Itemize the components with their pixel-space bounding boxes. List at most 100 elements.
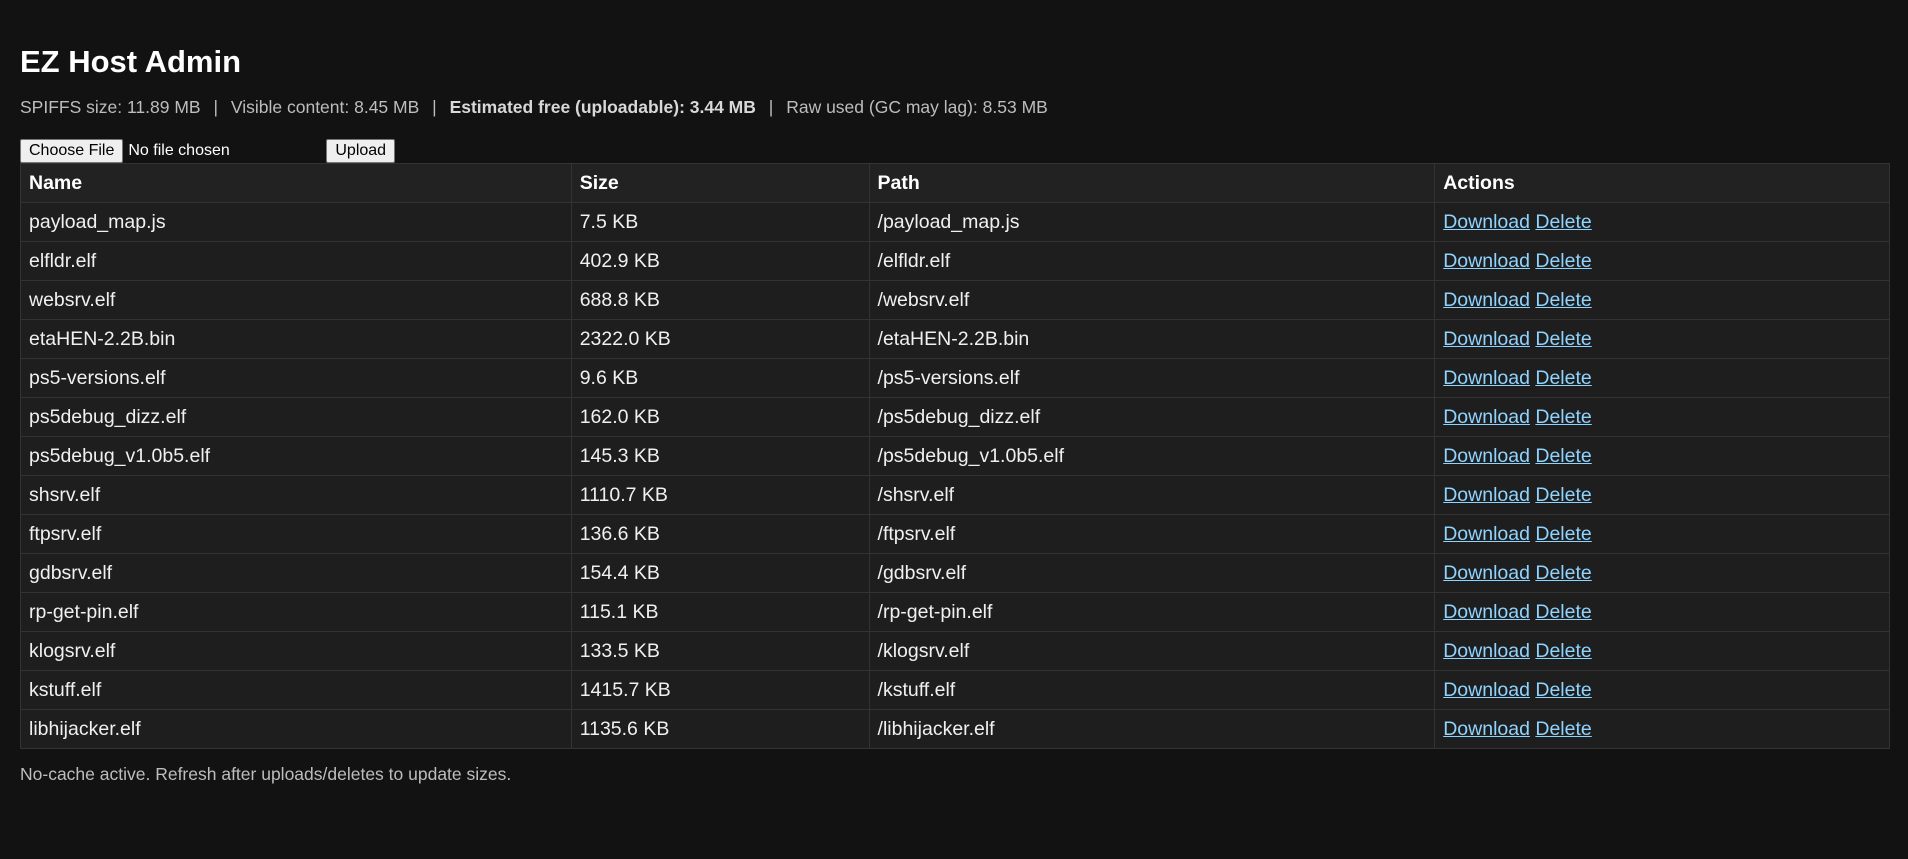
upload-form: Choose File No file chosen Upload	[20, 139, 1888, 163]
file-actions-cell: Download Delete	[1434, 670, 1890, 710]
table-row: kstuff.elf 1415.7 KB/kstuff.elf Download D…	[20, 670, 1890, 710]
download-link[interactable]: Download	[1443, 211, 1530, 233]
file-name-cell: shsrv.elf	[20, 475, 572, 515]
file-path-cell: /shsrv.elf	[868, 475, 1436, 515]
file-path-cell: /gdbsrv.elf	[868, 553, 1436, 593]
file-name-cell: rp-get-pin.elf	[20, 592, 572, 632]
file-path-cell: /klogsrv.elf	[868, 631, 1436, 671]
file-path-cell: /payload_map.js	[868, 202, 1436, 242]
file-name-cell: kstuff.elf	[20, 670, 572, 710]
table-row: shsrv.elf 1110.7 KB/shsrv.elf Download Del…	[20, 475, 1890, 515]
choose-file-button[interactable]: Choose File	[20, 139, 124, 163]
stat-separator: |	[432, 97, 437, 117]
download-link[interactable]: Download	[1443, 406, 1530, 428]
visible-content-stat: Visible content: 8.45 MB	[230, 97, 420, 117]
download-link[interactable]: Download	[1443, 718, 1530, 740]
table-row: gdbsrv.elf 154.4 KB/gdbsrv.elf Download De…	[20, 553, 1890, 593]
delete-link[interactable]: Delete	[1535, 523, 1591, 545]
file-actions-cell: Download Delete	[1434, 592, 1890, 632]
file-path-cell: /ps5debug_dizz.elf	[868, 397, 1436, 437]
table-header-row: Name Size Path Actions	[20, 163, 1890, 203]
file-name-cell: payload_map.js	[20, 202, 572, 242]
files-table: Name Size Path Actions payload_map.js 7.5…	[20, 163, 1890, 749]
file-path-cell: /kstuff.elf	[868, 670, 1436, 710]
stat-separator: |	[213, 97, 218, 117]
download-link[interactable]: Download	[1443, 484, 1530, 506]
download-link[interactable]: Download	[1443, 328, 1530, 350]
file-actions-cell: Download Delete	[1434, 475, 1890, 515]
delete-link[interactable]: Delete	[1535, 718, 1591, 740]
file-size-cell: 1415.7 KB	[570, 670, 870, 710]
file-path-cell: /elfldr.elf	[868, 241, 1436, 281]
table-row: payload_map.js 7.5 KB/payload_map.js Downl…	[20, 202, 1890, 242]
file-actions-cell: Download Delete	[1434, 631, 1890, 671]
name-column-header: Name	[20, 163, 572, 203]
file-actions-cell: Download Delete	[1434, 436, 1890, 476]
file-name-cell: ps5debug_v1.0b5.elf	[20, 436, 572, 476]
file-actions-cell: Download Delete	[1434, 397, 1890, 437]
file-actions-cell: Download Delete	[1434, 358, 1890, 398]
file-size-cell: 154.4 KB	[570, 553, 870, 593]
download-link[interactable]: Download	[1443, 601, 1530, 623]
file-name-cell: klogsrv.elf	[20, 631, 572, 671]
delete-link[interactable]: Delete	[1535, 640, 1591, 662]
path-column-header: Path	[868, 163, 1436, 203]
delete-link[interactable]: Delete	[1535, 562, 1591, 584]
file-path-cell: /ps5-versions.elf	[868, 358, 1436, 398]
download-link[interactable]: Download	[1443, 367, 1530, 389]
file-size-cell: 402.9 KB	[570, 241, 870, 281]
file-path-cell: /rp-get-pin.elf	[868, 592, 1436, 632]
file-name-cell: etaHEN-2.2B.bin	[20, 319, 572, 359]
table-row: etaHEN-2.2B.bin 2322.0 KB/etaHEN-2.2B.bin…	[20, 319, 1890, 359]
download-link[interactable]: Download	[1443, 562, 1530, 584]
file-actions-cell: Download Delete	[1434, 280, 1890, 320]
file-actions-cell: Download Delete	[1434, 202, 1890, 242]
file-name-cell: ps5-versions.elf	[20, 358, 572, 398]
page-title: EZ Host Admin	[20, 44, 242, 79]
table-row: ps5-versions.elf 9.6 KB/ps5-versions.elf D…	[20, 358, 1890, 398]
delete-link[interactable]: Delete	[1535, 406, 1591, 428]
footer-note: No-cache active. Refresh after uploads/d…	[20, 764, 512, 784]
download-link[interactable]: Download	[1443, 445, 1530, 467]
file-path-cell: /websrv.elf	[868, 280, 1436, 320]
download-link[interactable]: Download	[1443, 250, 1530, 272]
table-row: ps5debug_dizz.elf 162.0 KB/ps5debug_dizz.…	[20, 397, 1890, 437]
file-actions-cell: Download Delete	[1434, 241, 1890, 281]
file-name-cell: libhijacker.elf	[20, 709, 572, 749]
file-name-cell: ps5debug_dizz.elf	[20, 397, 572, 437]
delete-link[interactable]: Delete	[1535, 250, 1591, 272]
download-link[interactable]: Download	[1443, 523, 1530, 545]
file-size-cell: 9.6 KB	[570, 358, 870, 398]
table-row: websrv.elf 688.8 KB/websrv.elf Download De…	[20, 280, 1890, 320]
delete-link[interactable]: Delete	[1535, 367, 1591, 389]
file-size-cell: 115.1 KB	[570, 592, 870, 632]
file-name-cell: elfldr.elf	[20, 241, 572, 281]
admin-page: EZ Host Admin SPIFFS size: 11.89 MB | Vi…	[0, 0, 1908, 785]
file-size-cell: 1110.7 KB	[570, 475, 870, 515]
file-name-cell: websrv.elf	[20, 280, 572, 320]
file-path-cell: /ps5debug_v1.0b5.elf	[868, 436, 1436, 476]
file-size-cell: 145.3 KB	[570, 436, 870, 476]
download-link[interactable]: Download	[1443, 679, 1530, 701]
delete-link[interactable]: Delete	[1535, 445, 1591, 467]
delete-link[interactable]: Delete	[1535, 484, 1591, 506]
file-name-cell: ftpsrv.elf	[20, 514, 572, 554]
download-link[interactable]: Download	[1443, 640, 1530, 662]
delete-link[interactable]: Delete	[1535, 328, 1591, 350]
upload-button[interactable]: Upload	[326, 139, 396, 163]
size-column-header: Size	[570, 163, 870, 203]
delete-link[interactable]: Delete	[1535, 679, 1591, 701]
files-table-body: payload_map.js 7.5 KB/payload_map.js Downl…	[20, 202, 1890, 749]
delete-link[interactable]: Delete	[1535, 289, 1591, 311]
table-row: elfldr.elf 402.9 KB/elfldr.elf Download De…	[20, 241, 1890, 281]
table-row: libhijacker.elf 1135.6 KB/libhijacker.elf…	[20, 709, 1890, 749]
raw-used-stat: Raw used (GC may lag): 8.53 MB	[786, 97, 1048, 117]
file-size-cell: 688.8 KB	[570, 280, 870, 320]
table-row: ftpsrv.elf 136.6 KB/ftpsrv.elf Download De…	[20, 514, 1890, 554]
table-row: klogsrv.elf 133.5 KB/klogsrv.elf Download …	[20, 631, 1890, 671]
file-actions-cell: Download Delete	[1434, 553, 1890, 593]
file-size-cell: 7.5 KB	[570, 202, 870, 242]
delete-link[interactable]: Delete	[1535, 211, 1591, 233]
download-link[interactable]: Download	[1443, 289, 1530, 311]
delete-link[interactable]: Delete	[1535, 601, 1591, 623]
